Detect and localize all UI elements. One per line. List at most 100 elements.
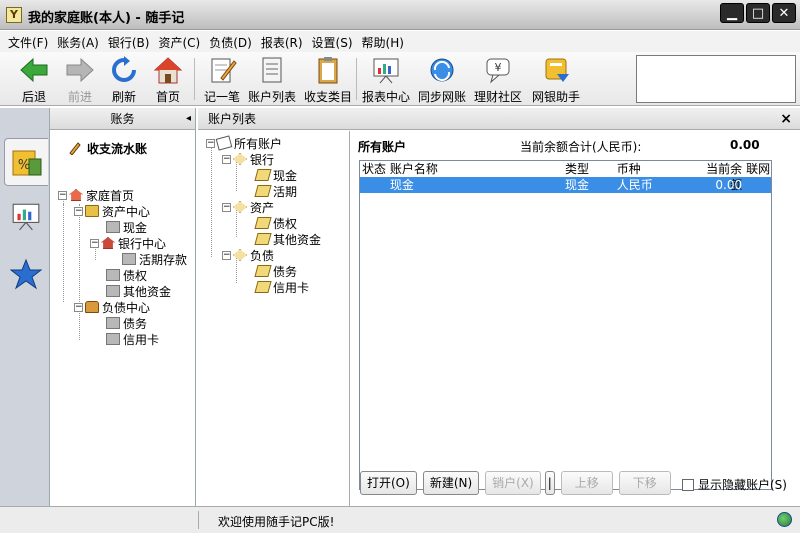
folder-open-icon [233,249,247,261]
tab-accounts[interactable]: % [4,138,48,186]
back-button[interactable]: 后退 [14,54,54,104]
collapse-toggle[interactable]: − [74,206,83,216]
reports-button[interactable]: 报表中心 [360,54,412,104]
column-header-online[interactable]: 联网 [746,161,771,177]
toolbar-search-box[interactable] [636,55,796,103]
tree-item-debt-account[interactable]: 债务 [254,263,297,279]
tree-item-cash-account[interactable]: 现金 [254,167,297,183]
account-icon [106,269,120,281]
tree-item-bond[interactable]: 债权 [106,267,147,283]
collapse-arrow-icon[interactable]: ◂ [186,108,191,130]
accounts-panel: 账务 ◂ 收支流水账 − 家庭首页 − 资产中心 现金 − 银行中心 活期存款 … [50,108,196,506]
collapse-toggle[interactable]: − [90,238,99,248]
tree-item-all-accounts[interactable]: − 所有账户 [206,135,282,151]
back-arrow-icon [20,57,48,83]
notebook-pen-icon [211,58,237,83]
collapse-toggle[interactable]: − [74,302,83,312]
column-header-currency[interactable]: 币种 [617,161,695,177]
menu-bank[interactable]: 银行(B) [104,31,154,52]
move-up-button[interactable]: 上移 [560,471,613,495]
more-button[interactable]: | [544,471,555,495]
sync-button[interactable]: 同步网账 [416,54,468,104]
tab-favorites[interactable] [4,254,48,302]
menu-file[interactable]: 文件(F) [4,31,52,52]
tree-item-credit-account[interactable]: 信用卡 [254,279,309,295]
column-header-balance[interactable]: 当前余额 [694,161,746,192]
cell-online [746,177,771,193]
account-icon [106,221,120,233]
collapse-toggle[interactable]: − [222,202,231,212]
home-button[interactable]: 首页 [148,54,188,104]
tree-item-bank[interactable]: − 银行 [222,151,274,167]
record-button[interactable]: 记一笔 [200,54,244,104]
column-header-name[interactable]: 账户名称 [390,161,565,177]
close-account-button[interactable]: 销户(X) [485,471,541,495]
maximize-button[interactable]: □ [746,3,770,23]
folder-open-icon [233,153,247,165]
folder-icon [254,281,272,293]
tree-item-assets-center[interactable]: − 资产中心 [74,203,150,219]
total-balance-label: 当前余额合计(人民币): [520,140,642,154]
minimize-button[interactable]: ▁ [720,3,744,23]
table-header: 状态 账户名称 类型 币种 当前余额 联网 [360,161,771,192]
tree-item-assets[interactable]: − 资产 [222,199,274,215]
column-header-status[interactable]: 状态 [360,161,390,177]
account-list-header: 账户列表 × [198,108,800,130]
show-hidden-checkbox[interactable] [682,478,694,491]
menu-reports[interactable]: 报表(R) [257,31,307,52]
refresh-button[interactable]: 刷新 [104,54,144,104]
tree-item-other-account[interactable]: 其他资金 [254,231,321,247]
tree-item-other-funds[interactable]: 其他资金 [106,283,171,299]
account-list-button[interactable]: 账户列表 [246,54,298,104]
table-row[interactable]: 现金 现金 人民币 0.00 [360,177,771,193]
tree-item-bond-account[interactable]: 债权 [254,215,297,231]
cashflow-link[interactable]: 收支流水账 [68,140,147,156]
folder-icon [254,217,272,229]
menu-assets[interactable]: 资产(C) [154,31,204,52]
community-button[interactable]: ¥ 理财社区 [472,54,524,104]
forward-button[interactable]: 前进 [60,54,100,104]
tree-item-credit-card[interactable]: 信用卡 [106,331,159,347]
tree-item-home[interactable]: − 家庭首页 [58,187,134,203]
menu-settings[interactable]: 设置(S) [308,31,357,52]
collapse-toggle[interactable]: − [58,190,67,200]
account-detail-pane: 所有账户 当前余额合计(人民币): 0.00 状态 账户名称 类型 币种 当前余… [350,131,800,506]
money-bag-icon [85,301,99,313]
collapse-toggle[interactable]: − [206,138,215,148]
close-window-button[interactable]: ✕ [772,3,796,23]
menu-bar: 文件(F) 账务(A) 银行(B) 资产(C) 负债(D) 报表(R) 设置(S… [0,31,800,52]
bank-helper-button[interactable]: 网银助手 [526,54,586,104]
folder-icon [254,265,272,277]
wallet-icon [85,205,99,217]
collapse-toggle[interactable]: − [222,154,231,164]
status-bar: 欢迎使用随手记PC版! [0,506,800,533]
ledger-percent-icon: % [12,150,42,176]
column-header-type[interactable]: 类型 [565,161,617,177]
toolbar-separator [356,58,357,100]
move-down-button[interactable]: 下移 [618,471,671,495]
collapse-toggle[interactable]: − [222,250,231,260]
categories-button[interactable]: 收支类目 [302,54,354,104]
menu-accounts[interactable]: 账务(A) [53,31,103,52]
tree-item-demand-deposit[interactable]: 活期存款 [122,251,187,267]
open-account-button[interactable]: 打开(O) [360,471,417,495]
chart-board-icon [373,58,399,84]
cell-currency: 人民币 [616,178,653,192]
account-icon [106,285,120,297]
bank-helper-icon [545,58,569,82]
tab-reports[interactable] [4,194,48,242]
show-hidden-toggle[interactable]: 显示隐藏账户(S) [682,476,787,493]
new-account-button[interactable]: 新建(N) [422,471,480,495]
tree-item-cash[interactable]: 现金 [106,219,147,235]
tree-item-demand[interactable]: 活期 [254,183,297,199]
close-panel-icon[interactable]: × [780,108,792,130]
tree-item-liabilities[interactable]: − 负债 [222,247,274,263]
menu-help[interactable]: 帮助(H) [358,31,408,52]
accounts-panel-header: 账务 ◂ [50,108,195,130]
left-nav-tabs: % [0,108,50,506]
tree-item-bank-center[interactable]: − 银行中心 [90,235,166,251]
tree-item-liabilities-center[interactable]: − 负债中心 [74,299,150,315]
tree-item-debt[interactable]: 债务 [106,315,147,331]
toolbar-separator [194,58,195,100]
menu-liabilities[interactable]: 负债(D) [205,31,256,52]
